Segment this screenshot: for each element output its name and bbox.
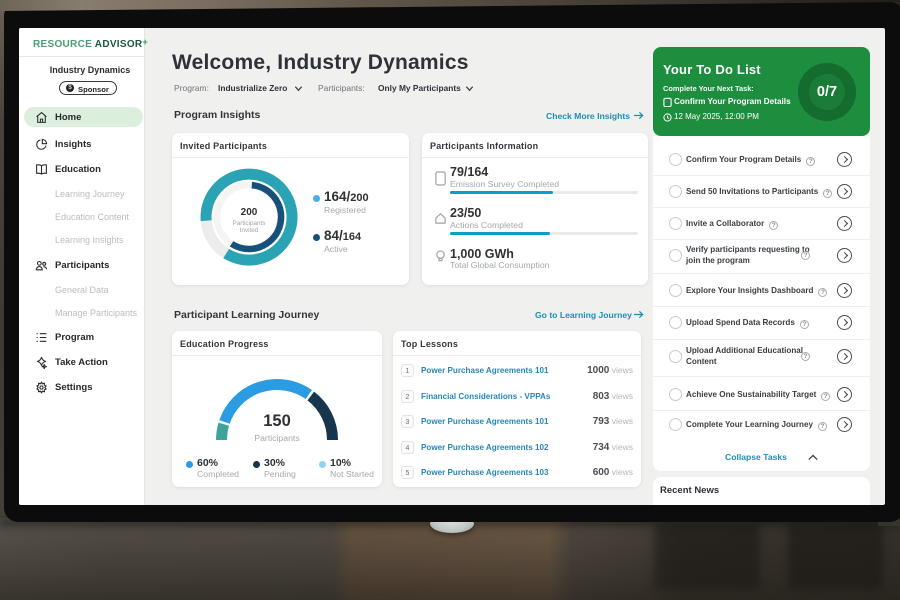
svg-text:200: 200 [241,207,258,218]
svg-text:Participants: Participants [233,220,266,227]
svg-text:Invited: Invited [240,227,259,234]
